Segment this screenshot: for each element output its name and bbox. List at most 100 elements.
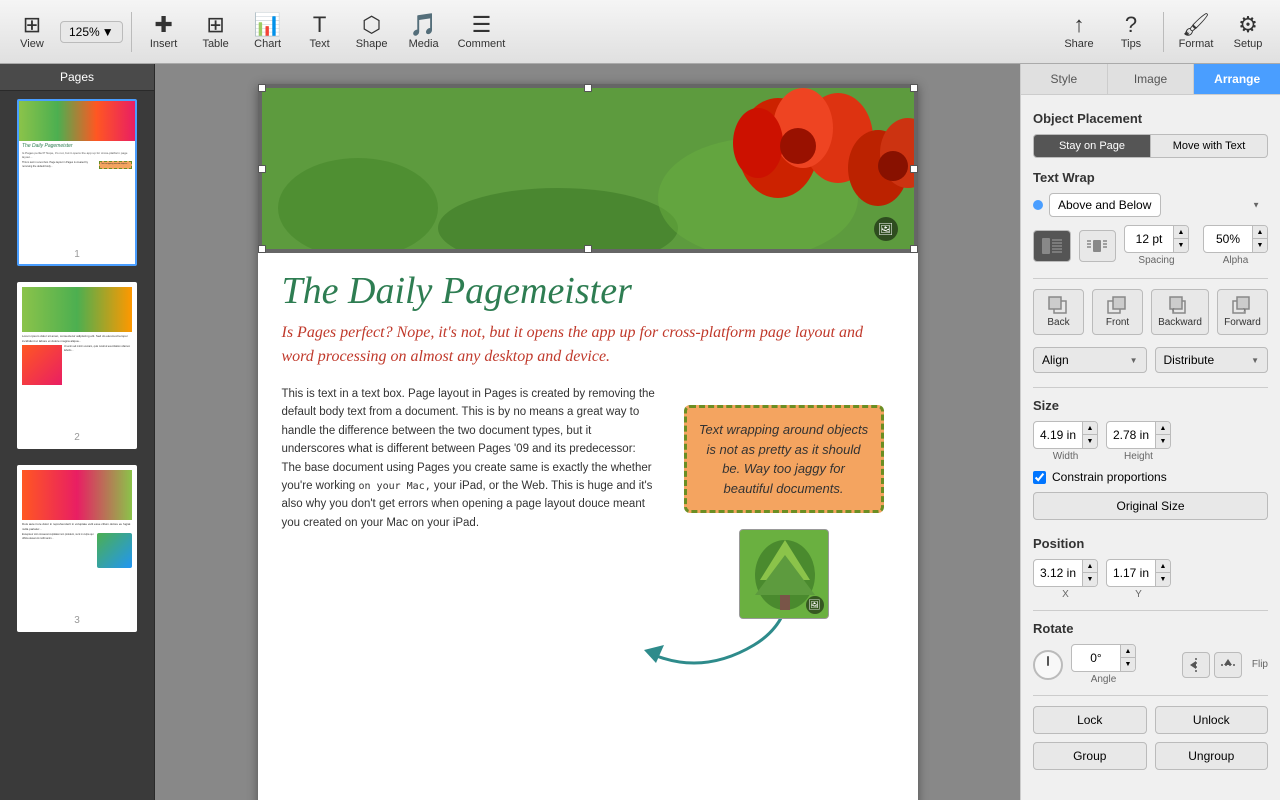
comment-icon: ☰ (472, 14, 492, 36)
toolbar-chart[interactable]: 📊 Chart (244, 4, 292, 60)
width-up-btn[interactable]: ▲ (1083, 422, 1097, 435)
toolbar-shape[interactable]: ⬡ Shape (348, 4, 396, 60)
back-btn[interactable]: Back (1033, 289, 1084, 335)
textwrap-select[interactable]: Above and Below Inline with Text Around … (1049, 193, 1161, 217)
header-image: 🖼 (260, 86, 916, 251)
angle-down-btn[interactable]: ▼ (1121, 658, 1135, 671)
x-spin: ▲ ▼ (1033, 559, 1098, 587)
textfit-icon (1041, 237, 1063, 255)
flip-h-icon (1187, 656, 1205, 674)
format-icon: 🖌 (1182, 14, 1210, 36)
backward-btn[interactable]: ‹ Backward (1151, 289, 1209, 335)
toolbar-text[interactable]: T Text (296, 4, 344, 60)
divider-2 (1033, 387, 1268, 388)
height-up-btn[interactable]: ▲ (1156, 422, 1170, 435)
textwrap-select-row: Above and Below Inline with Text Around … (1033, 193, 1268, 217)
header-svg (262, 88, 914, 251)
wrap-side-btn[interactable] (1079, 230, 1117, 262)
x-down-btn[interactable]: ▼ (1083, 573, 1097, 586)
toolbar-media[interactable]: 🎵 Media (400, 4, 448, 60)
header-image-container[interactable]: 🖼 (258, 84, 918, 253)
setup-icon: ⚙ (1238, 14, 1258, 36)
width-input[interactable] (1034, 425, 1082, 445)
original-size-btn[interactable]: Original Size (1033, 492, 1268, 520)
size-section-label: Size (1033, 398, 1268, 413)
canvas-area[interactable]: 🖼 The Daily Pagemeister Is Pages perfect (155, 64, 1020, 800)
group-btn[interactable]: Group (1033, 742, 1147, 770)
ungroup-btn[interactable]: Ungroup (1155, 742, 1269, 770)
height-spin: ▲ ▼ (1106, 421, 1171, 449)
unlock-btn[interactable]: Unlock (1155, 706, 1269, 734)
wrap-textfit-btn[interactable] (1033, 230, 1071, 262)
align-dropdown[interactable]: Align ▼ (1033, 347, 1147, 373)
height-input[interactable] (1107, 425, 1155, 445)
zoom-control[interactable]: 125% ▼ (60, 21, 123, 43)
page-thumbnail-2[interactable]: Lorem ipsum dolor sit amet, consectetur … (17, 282, 137, 449)
thumb-content-3: Duis aute irure dolor in reprehenderit i… (19, 467, 135, 615)
flip-vertical-btn[interactable] (1214, 652, 1242, 678)
body-paragraph: This is text in a text box. Page layout … (282, 385, 658, 532)
object-placement-label: Object Placement (1033, 111, 1268, 126)
angle-input[interactable] (1072, 648, 1120, 668)
y-input[interactable] (1107, 563, 1155, 583)
thumb-body-1: Is Pages perfect? Nope, it's not, but it… (19, 151, 135, 159)
lock-btn[interactable]: Lock (1033, 706, 1147, 734)
toolbar-insert[interactable]: ✚ Insert (140, 4, 188, 60)
flip-label: Flip (1252, 659, 1268, 670)
angle-spinners: ▲ ▼ (1120, 645, 1135, 671)
placement-move-btn[interactable]: Move with Text (1151, 134, 1268, 158)
width-label: Width (1053, 451, 1079, 462)
toolbar-tips[interactable]: ? Tips (1107, 4, 1155, 60)
table-label: Table (202, 38, 228, 50)
x-input[interactable] (1034, 563, 1082, 583)
alpha-down-btn[interactable]: ▼ (1253, 239, 1267, 252)
page-num-1: 1 (19, 249, 135, 260)
front-btn[interactable]: Front (1092, 289, 1143, 335)
back-label: Back (1047, 317, 1069, 328)
placement-stay-btn[interactable]: Stay on Page (1033, 134, 1151, 158)
alpha-input[interactable] (1204, 229, 1252, 249)
back-icon (1048, 296, 1070, 314)
page-thumbnail-1[interactable]: The Daily Pagemeister Is Pages perfect? … (17, 99, 137, 266)
toolbar-setup[interactable]: ⚙ Setup (1224, 4, 1272, 60)
zoom-arrow-icon: ▼ (102, 25, 114, 39)
chart-icon: 📊 (254, 14, 281, 36)
page-thumbnail-3[interactable]: Duis aute irure dolor in reprehenderit i… (17, 465, 137, 632)
toolbar-comment[interactable]: ☰ Comment (452, 4, 512, 60)
toolbar-view[interactable]: ⊞ View (8, 4, 56, 60)
y-down-btn[interactable]: ▼ (1156, 573, 1170, 586)
size-row: ▲ ▼ Width ▲ ▼ Height (1033, 421, 1268, 462)
height-down-btn[interactable]: ▼ (1156, 435, 1170, 448)
page-canvas: 🖼 The Daily Pagemeister Is Pages perfect (258, 84, 918, 800)
angle-up-btn[interactable]: ▲ (1121, 645, 1135, 658)
tab-arrange[interactable]: Arrange (1194, 64, 1280, 94)
wrap-icons-row: ▲ ▼ Spacing ▲ ▼ (1033, 225, 1268, 266)
forward-btn[interactable]: › Forward (1217, 289, 1268, 335)
distribute-dropdown[interactable]: Distribute ▼ (1155, 347, 1269, 373)
spacing-down-btn[interactable]: ▼ (1174, 239, 1188, 252)
alpha-up-btn[interactable]: ▲ (1253, 226, 1267, 239)
x-up-btn[interactable]: ▲ (1083, 560, 1097, 573)
flip-buttons (1182, 652, 1242, 678)
y-up-btn[interactable]: ▲ (1156, 560, 1170, 573)
textwrap-select-wrapper: Above and Below Inline with Text Around … (1049, 193, 1268, 217)
flip-horizontal-btn[interactable] (1182, 652, 1210, 678)
toolbar-share[interactable]: ↑ Share (1055, 4, 1103, 60)
rotate-row: ▲ ▼ Angle (1033, 644, 1268, 685)
tab-image[interactable]: Image (1108, 64, 1195, 94)
width-down-btn[interactable]: ▼ (1083, 435, 1097, 448)
floating-text-box[interactable]: Text wrapping around objects is not as p… (684, 405, 884, 513)
angle-dial[interactable] (1033, 650, 1063, 680)
toolbar: ⊞ View 125% ▼ ✚ Insert ⊞ Table 📊 Chart T… (0, 0, 1280, 64)
toolbar-format[interactable]: 🖌 Format (1172, 4, 1220, 60)
body-image-small[interactable]: 🖼 (739, 529, 829, 619)
spacing-up-btn[interactable]: ▲ (1174, 226, 1188, 239)
alpha-spinners: ▲ ▼ (1252, 226, 1267, 252)
spacing-input[interactable] (1125, 229, 1173, 249)
align-label: Align (1042, 353, 1069, 367)
spacing-alpha-inline: ▲ ▼ Spacing ▲ ▼ (1124, 225, 1268, 266)
toolbar-table[interactable]: ⊞ Table (192, 4, 240, 60)
tab-style[interactable]: Style (1021, 64, 1108, 94)
x-label: X (1062, 589, 1069, 600)
constrain-checkbox[interactable] (1033, 471, 1046, 484)
